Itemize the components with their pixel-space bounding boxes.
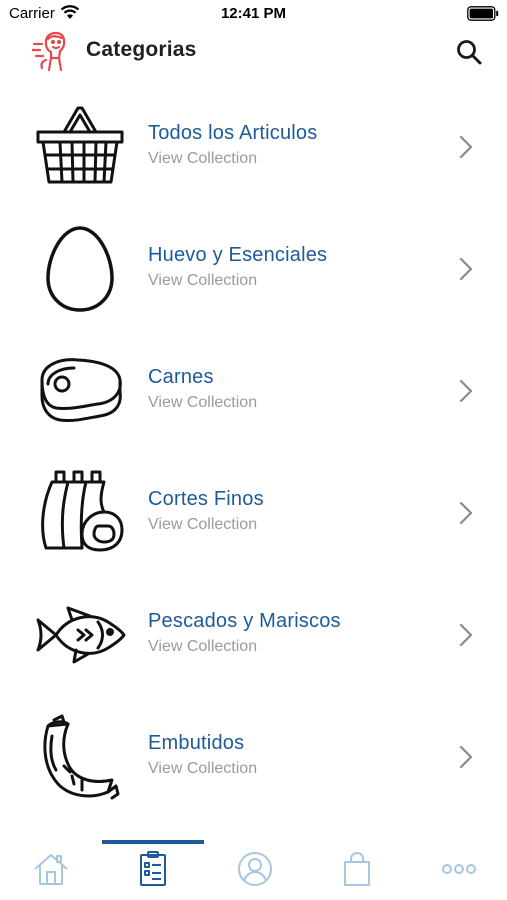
category-text: Todos los Articulos View Collection [148, 122, 317, 168]
category-item-pescados[interactable]: Pescados y Mariscos View Collection [0, 574, 507, 696]
category-title: Todos los Articulos [148, 122, 318, 144]
category-item-carnes[interactable]: Carnes View Collection [0, 330, 507, 452]
category-item-todos[interactable]: Todos los Articulos View Collection [0, 86, 507, 208]
page-title: Categorias [86, 38, 197, 61]
category-subtitle: View Collection [148, 150, 258, 167]
category-title: Carnes [148, 366, 214, 388]
category-title: Embutidos [148, 732, 245, 754]
category-text: Huevo y Esenciales View Collection [148, 244, 327, 290]
chevron-right-icon [459, 379, 473, 403]
chevron-right-icon [459, 623, 473, 647]
category-item-cortes[interactable]: Cortes Finos View Collection [0, 452, 507, 574]
active-tab-indicator [102, 840, 204, 844]
tab-home[interactable] [0, 850, 102, 892]
chevron-right-icon [459, 501, 473, 525]
shopping-bag-icon [344, 852, 370, 886]
category-list: Todos los Articulos View Collection Huev… [0, 86, 507, 818]
category-title: Huevo y Esenciales [148, 244, 328, 266]
category-text: Cortes Finos View Collection [148, 488, 264, 534]
tab-bag[interactable] [306, 850, 408, 892]
tab-bar [0, 836, 507, 900]
category-text: Embutidos View Collection [148, 732, 257, 778]
category-subtitle: View Collection [148, 516, 258, 533]
status-time: 12:41 PM [220, 5, 287, 22]
tab-more[interactable] [408, 850, 507, 892]
basket-icon [36, 106, 124, 184]
nav-header: Categorias [0, 28, 507, 72]
tab-list[interactable] [102, 850, 204, 892]
chevron-right-icon [459, 257, 473, 281]
category-text: Carnes View Collection [148, 366, 257, 412]
category-subtitle: View Collection [148, 638, 258, 655]
category-subtitle: View Collection [148, 760, 258, 777]
tab-profile[interactable] [204, 850, 306, 892]
category-subtitle: View Collection [148, 394, 258, 411]
delivery-mascot-icon [32, 31, 66, 72]
category-text: Pescados y Mariscos View Collection [148, 610, 341, 656]
sausage-icon [43, 714, 120, 800]
chevron-right-icon [459, 135, 473, 159]
profile-icon [238, 852, 272, 886]
home-icon [34, 854, 68, 885]
category-title: Pescados y Mariscos [148, 610, 341, 632]
search-icon[interactable] [455, 38, 483, 66]
screen: Carrier 12:41 PM Categorias Todos los Ar… [0, 0, 507, 900]
category-subtitle: View Collection [148, 272, 258, 289]
chevron-right-icon [459, 745, 473, 769]
egg-icon [46, 226, 114, 312]
category-item-huevo[interactable]: Huevo y Esenciales View Collection [0, 208, 507, 330]
rack-ribs-icon [41, 470, 124, 552]
category-title: Cortes Finos [148, 488, 264, 510]
steak-icon [40, 358, 122, 422]
fish-icon [36, 606, 126, 664]
list-icon [140, 851, 166, 886]
category-item-embutidos[interactable]: Embutidos View Collection [0, 696, 507, 818]
more-icon [442, 864, 476, 874]
status-bar: Carrier 12:41 PM [0, 0, 507, 28]
battery-icon [467, 6, 499, 21]
